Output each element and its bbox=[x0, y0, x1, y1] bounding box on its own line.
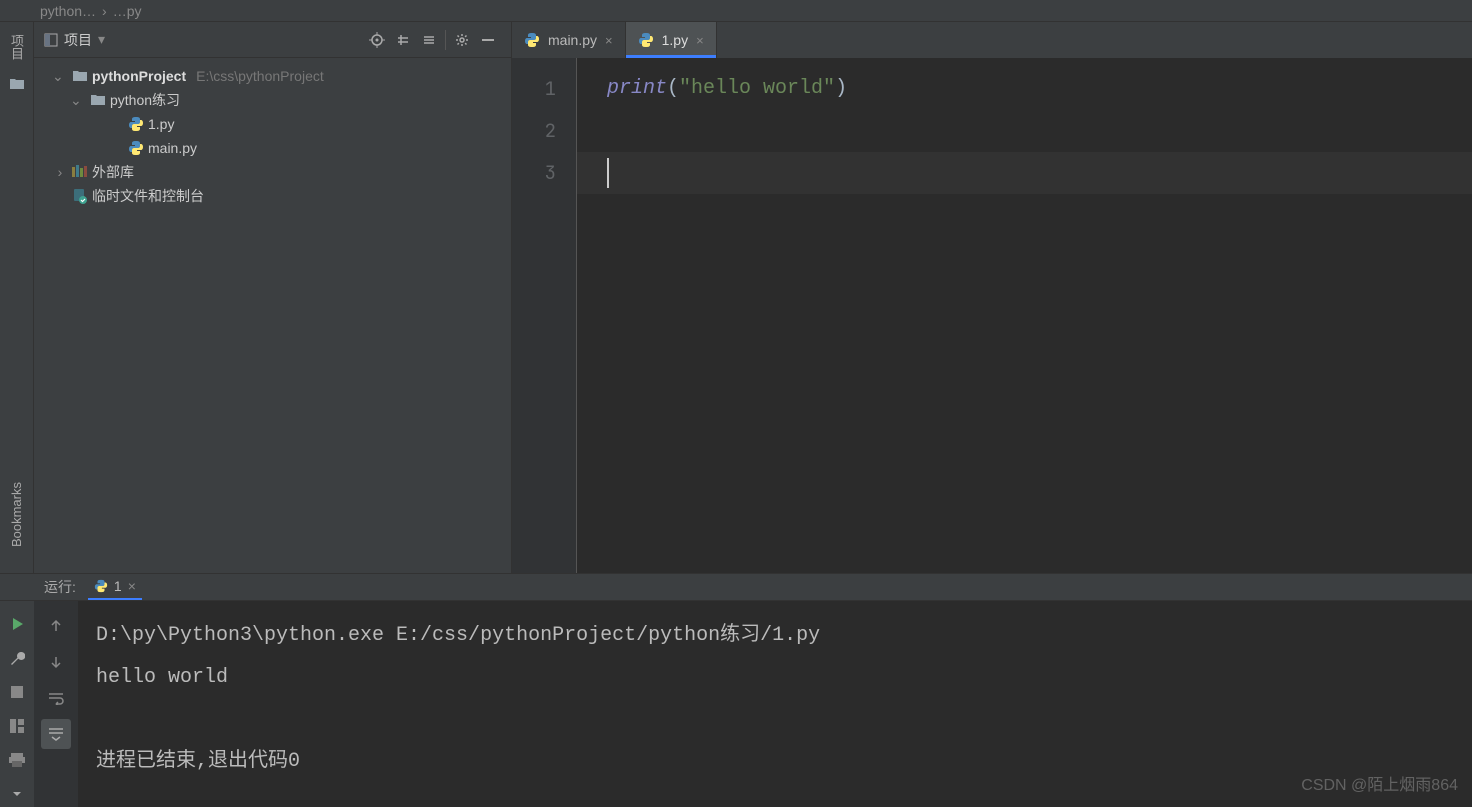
editor-tabbar: main.py × 1.py × bbox=[512, 22, 1472, 58]
run-left-toolbar bbox=[0, 601, 34, 807]
python-file-icon bbox=[524, 32, 540, 48]
folder-icon[interactable] bbox=[9, 76, 25, 92]
tree-label: 外部库 bbox=[92, 162, 134, 182]
collapse-all-icon[interactable] bbox=[416, 27, 442, 53]
chevron-right-icon[interactable]: › bbox=[52, 164, 68, 180]
console-line: 进程已结束,退出代码0 bbox=[96, 741, 1454, 783]
chevron-down-icon[interactable]: ▾ bbox=[98, 31, 105, 48]
project-path: E:\css\pythonProject bbox=[196, 68, 324, 84]
tab-label: main.py bbox=[548, 32, 597, 48]
line-number: 2 bbox=[512, 110, 576, 152]
run-console[interactable]: D:\py\Python3\python.exe E:/css/pythonPr… bbox=[78, 601, 1472, 807]
tree-label: 临时文件和控制台 bbox=[92, 186, 204, 206]
editor-area: main.py × 1.py × 1 2 3 print("hello worl… bbox=[512, 22, 1472, 573]
python-file-icon bbox=[638, 32, 654, 48]
tree-label: main.py bbox=[148, 140, 197, 156]
run-label: 运行: bbox=[44, 577, 76, 597]
tab-label: 1.py bbox=[662, 32, 688, 48]
tree-label: python练习 bbox=[110, 90, 180, 110]
code-line[interactable]: print("hello world") bbox=[607, 68, 1472, 110]
rail-bookmarks[interactable]: Bookmarks bbox=[9, 476, 24, 553]
libs-icon bbox=[72, 165, 88, 179]
layout-icon[interactable] bbox=[4, 713, 30, 739]
gear-icon[interactable] bbox=[449, 27, 475, 53]
left-tool-rail: 项目 Bookmarks bbox=[0, 22, 34, 573]
locate-icon[interactable] bbox=[364, 27, 390, 53]
watermark: CSDN @陌上烟雨864 bbox=[1301, 771, 1458, 795]
panel-icon bbox=[44, 33, 58, 47]
project-tree: ⌄ pythonProject E:\css\pythonProject ⌄ p… bbox=[34, 58, 511, 214]
console-line: D:\py\Python3\python.exe E:/css/pythonPr… bbox=[96, 615, 1454, 657]
breadcrumb: python… › …py bbox=[0, 0, 1472, 22]
tree-external-libs[interactable]: › 外部库 bbox=[34, 160, 511, 184]
stop-button[interactable] bbox=[4, 679, 30, 705]
close-icon[interactable]: × bbox=[605, 33, 613, 48]
tree-root[interactable]: ⌄ pythonProject E:\css\pythonProject bbox=[34, 64, 511, 88]
run-tab-label: 1 bbox=[114, 578, 122, 594]
tree-scratches[interactable]: 临时文件和控制台 bbox=[34, 184, 511, 208]
tab-main-py[interactable]: main.py × bbox=[512, 22, 626, 58]
wrench-icon[interactable] bbox=[4, 645, 30, 671]
run-tabbar: 运行: 1 × bbox=[0, 574, 1472, 601]
up-arrow-icon[interactable] bbox=[41, 611, 71, 641]
code-editor[interactable]: 1 2 3 print("hello world") bbox=[512, 58, 1472, 573]
breadcrumb-item[interactable]: python… bbox=[40, 3, 96, 19]
run-panel: 运行: 1 × D:\py\Python3\python.exe E:/css/… bbox=[0, 573, 1472, 805]
run-play-button[interactable] bbox=[4, 611, 30, 637]
run-nav-toolbar bbox=[34, 601, 78, 807]
project-header: 项目 ▾ bbox=[34, 22, 511, 58]
python-file-icon bbox=[94, 579, 108, 593]
tree-file[interactable]: main.py bbox=[34, 136, 511, 160]
expand-all-icon[interactable] bbox=[390, 27, 416, 53]
soft-wrap-icon[interactable] bbox=[41, 683, 71, 713]
console-line: hello world bbox=[96, 657, 1454, 699]
tree-label: 1.py bbox=[148, 116, 174, 132]
close-icon[interactable]: × bbox=[128, 578, 136, 594]
gutter: 1 2 3 bbox=[512, 58, 576, 573]
line-number: 3 bbox=[512, 152, 576, 194]
hide-panel-icon[interactable] bbox=[475, 27, 501, 53]
project-title: 项目 bbox=[64, 30, 92, 50]
print-icon[interactable] bbox=[4, 747, 30, 773]
tree-file[interactable]: 1.py bbox=[34, 112, 511, 136]
python-file-icon bbox=[128, 140, 144, 156]
line-number: 1 bbox=[512, 68, 576, 110]
scroll-to-end-icon[interactable] bbox=[41, 719, 71, 749]
run-tab[interactable]: 1 × bbox=[88, 574, 142, 600]
folder-icon bbox=[90, 92, 106, 108]
close-icon[interactable]: × bbox=[696, 33, 704, 48]
tab-1-py[interactable]: 1.py × bbox=[626, 22, 717, 58]
rail-project[interactable]: 项目 bbox=[7, 28, 26, 66]
tree-folder[interactable]: ⌄ python练习 bbox=[34, 88, 511, 112]
chevron-down-icon[interactable]: ⌄ bbox=[70, 92, 86, 109]
breadcrumb-item[interactable]: …py bbox=[113, 3, 142, 19]
project-name: pythonProject bbox=[92, 68, 186, 84]
folder-icon bbox=[72, 68, 88, 84]
down-arrow-icon[interactable] bbox=[41, 647, 71, 677]
project-panel: 项目 ▾ ⌄ pythonProject E:\css\pythonProjec… bbox=[34, 22, 512, 573]
python-file-icon bbox=[128, 116, 144, 132]
chevron-down-icon[interactable]: ⌄ bbox=[52, 68, 68, 85]
more-icon[interactable] bbox=[4, 781, 30, 807]
scratches-icon bbox=[72, 188, 88, 204]
